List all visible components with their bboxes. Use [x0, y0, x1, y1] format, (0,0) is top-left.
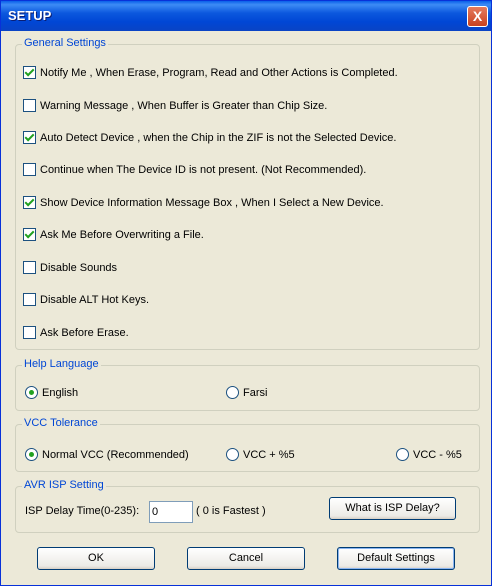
radio-label: Farsi — [243, 386, 268, 399]
radio-selected-icon[interactable] — [25, 386, 38, 399]
radio-selected-icon[interactable] — [25, 448, 38, 461]
disable-hotkeys-checkbox[interactable]: Disable ALT Hot Keys. — [23, 292, 149, 307]
help-language-legend: Help Language — [22, 358, 101, 370]
notify-checkbox[interactable]: Notify Me , When Erase, Program, Read an… — [23, 65, 398, 80]
checkbox-unchecked-icon[interactable] — [23, 163, 36, 176]
checkbox-label: Disable Sounds — [40, 261, 118, 274]
checkbox-unchecked-icon[interactable] — [23, 326, 36, 339]
auto-detect-checkbox[interactable]: Auto Detect Device , when the Chip in th… — [23, 130, 396, 145]
language-english-radio[interactable]: English — [25, 385, 78, 400]
avr-isp-legend: AVR ISP Setting — [22, 479, 106, 491]
checkbox-label: Show Device Information Message Box , Wh… — [40, 196, 384, 209]
checkbox-label: Continue when The Device ID is not prese… — [40, 163, 367, 176]
setup-dialog: SETUP X General Settings Notify Me , Whe… — [0, 0, 492, 586]
radio-label: VCC + %5 — [243, 448, 295, 461]
checkbox-checked-icon[interactable] — [23, 228, 36, 241]
checkbox-label: Auto Detect Device , when the Chip in th… — [40, 131, 397, 144]
vcc-normal-radio[interactable]: Normal VCC (Recommended) — [25, 447, 189, 462]
cancel-button[interactable]: Cancel — [187, 547, 305, 570]
isp-delay-hint: ( 0 is Fastest ) — [196, 505, 266, 517]
warning-message-checkbox[interactable]: Warning Message , When Buffer is Greater… — [23, 98, 327, 113]
continue-device-id-checkbox[interactable]: Continue when The Device ID is not prese… — [23, 162, 366, 177]
vcc-plus5-radio[interactable]: VCC + %5 — [226, 447, 295, 462]
isp-delay-label: ISP Delay Time(0-235): — [25, 505, 140, 517]
checkbox-unchecked-icon[interactable] — [23, 261, 36, 274]
default-settings-button[interactable]: Default Settings — [337, 547, 455, 570]
vcc-tolerance-legend: VCC Tolerance — [22, 417, 100, 429]
window-title: SETUP — [8, 8, 52, 23]
checkbox-label: Notify Me , When Erase, Program, Read an… — [40, 66, 398, 79]
checkbox-unchecked-icon[interactable] — [23, 293, 36, 306]
isp-delay-help-button[interactable]: What is ISP Delay? — [329, 497, 456, 520]
disable-sounds-checkbox[interactable]: Disable Sounds — [23, 260, 117, 275]
radio-unselected-icon[interactable] — [396, 448, 409, 461]
ask-overwrite-checkbox[interactable]: Ask Me Before Overwriting a File. — [23, 227, 204, 242]
checkbox-checked-icon[interactable] — [23, 66, 36, 79]
radio-unselected-icon[interactable] — [226, 448, 239, 461]
isp-delay-input[interactable]: 0 — [149, 501, 193, 523]
general-settings-legend: General Settings — [22, 37, 108, 49]
radio-unselected-icon[interactable] — [226, 386, 239, 399]
checkbox-unchecked-icon[interactable] — [23, 99, 36, 112]
checkbox-label: Ask Me Before Overwriting a File. — [40, 228, 204, 241]
checkbox-checked-icon[interactable] — [23, 196, 36, 209]
show-device-info-checkbox[interactable]: Show Device Information Message Box , Wh… — [23, 195, 384, 210]
checkbox-checked-icon[interactable] — [23, 131, 36, 144]
checkbox-label: Ask Before Erase. — [40, 326, 129, 339]
title-bar[interactable]: SETUP X — [1, 1, 491, 31]
ask-before-erase-checkbox[interactable]: Ask Before Erase. — [23, 325, 129, 340]
vcc-minus5-radio[interactable]: VCC - %5 — [396, 447, 462, 462]
ok-button[interactable]: OK — [37, 547, 155, 570]
radio-label: English — [42, 386, 79, 399]
radio-label: VCC - %5 — [413, 448, 462, 461]
close-button[interactable]: X — [467, 6, 488, 27]
language-farsi-radio[interactable]: Farsi — [226, 385, 267, 400]
radio-label: Normal VCC (Recommended) — [42, 448, 189, 461]
checkbox-label: Disable ALT Hot Keys. — [40, 293, 150, 306]
checkbox-label: Warning Message , When Buffer is Greater… — [40, 99, 328, 112]
